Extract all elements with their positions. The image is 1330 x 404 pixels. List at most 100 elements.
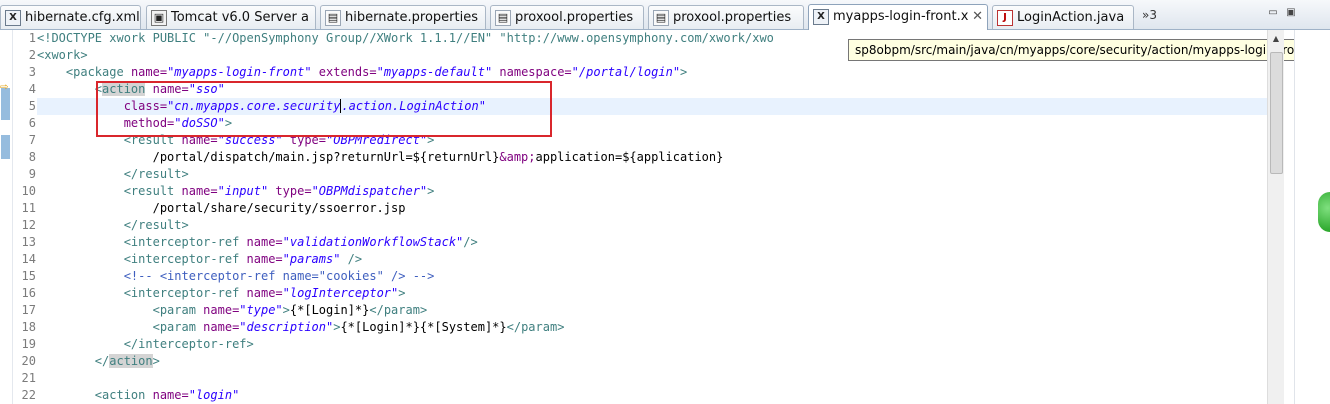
- line-number: 5: [28, 99, 36, 113]
- code-token: "/portal/login": [571, 65, 681, 79]
- line-number: 15: [21, 269, 36, 283]
- code-line-14: <interceptor-ref name="params" />: [37, 251, 1267, 268]
- code-token: name=: [203, 320, 240, 334]
- code-token: >: [398, 286, 406, 300]
- code-token: application=${application}: [535, 150, 724, 164]
- line-number: 18: [21, 320, 36, 334]
- code-token: </interceptor-ref>: [123, 337, 254, 351]
- code-token: <xwork>: [37, 48, 88, 62]
- line-number: 12: [21, 218, 36, 232]
- line-number: 21: [21, 371, 36, 385]
- code-token: "OBPMdispatcher": [311, 184, 428, 198]
- status-indicator-icon[interactable]: [1318, 192, 1330, 232]
- java-file-icon: J: [997, 10, 1013, 26]
- code-token: type=: [268, 184, 312, 198]
- code-token: /portal/share/security/ssoerror.jsp: [152, 201, 406, 215]
- code-token: <interceptor-ref: [123, 252, 247, 266]
- line-number: 20: [21, 354, 36, 368]
- code-token: {*[Login]*}{*[System]*}: [340, 320, 507, 334]
- code-line-3: <package name="myapps-login-front" exten…: [37, 64, 1267, 81]
- tab-tomcat-server[interactable]: ▣ Tomcat v6.0 Server a: [146, 5, 316, 29]
- code-line-8: /portal/dispatch/main.jsp?returnUrl=${re…: [37, 149, 1267, 166]
- scroll-up-icon[interactable]: ▲: [1271, 34, 1281, 44]
- code-line-15: <!-- <interceptor-ref name="cookies" /> …: [37, 268, 1267, 285]
- line-number: 7: [28, 133, 36, 147]
- code-token: <result: [123, 184, 182, 198]
- code-token: name=: [130, 65, 168, 79]
- tab-myapps-login-front-xml[interactable]: X myapps-login-front.x ✕: [808, 4, 988, 30]
- code-token: extends=: [311, 65, 377, 79]
- code-token: </result>: [123, 167, 189, 181]
- tab-overflow-button[interactable]: »3: [1142, 8, 1157, 22]
- code-token: <package: [65, 65, 131, 79]
- code-token: </result>: [123, 218, 189, 232]
- tab-proxool-properties-1[interactable]: ▤ proxool.properties: [490, 5, 644, 29]
- code-token: />: [340, 252, 363, 266]
- code-token: >: [427, 184, 435, 198]
- code-token: <param: [152, 303, 204, 317]
- code-line-12: </result>: [37, 217, 1267, 234]
- line-number: 1: [28, 31, 36, 45]
- code-line-22: <action name="login": [37, 387, 1267, 404]
- close-icon[interactable]: ✕: [972, 6, 983, 28]
- code-token: "logInterceptor": [282, 286, 399, 300]
- highlight-annotation-box: [96, 81, 552, 137]
- tab-label: hibernate.properties: [345, 10, 478, 25]
- tab-proxool-properties-2[interactable]: ▤ proxool.properties: [648, 5, 804, 29]
- code-token: />: [463, 235, 478, 249]
- tab-label: LoginAction.java: [1017, 10, 1125, 25]
- file-path-tooltip: sp8obpm/src/main/java/cn/myapps/core/sec…: [848, 39, 1330, 61]
- scrollbar-thumb[interactable]: [1270, 52, 1283, 174]
- code-token: >: [282, 303, 290, 317]
- code-token: "validationWorkflowStack": [282, 235, 464, 249]
- maximize-icon[interactable]: ▣: [1284, 7, 1298, 19]
- current-line-arrow-icon: ⇨: [0, 82, 9, 93]
- code-token: "description": [239, 320, 334, 334]
- code-token: namespace=: [492, 65, 572, 79]
- tab-hibernate-properties[interactable]: ▤ hibernate.properties: [320, 5, 486, 29]
- vertical-scrollbar[interactable]: ▲: [1267, 30, 1284, 404]
- code-token: >: [152, 354, 160, 368]
- code-token: <param: [152, 320, 204, 334]
- tab-loginaction-java[interactable]: J LoginAction.java: [992, 5, 1134, 29]
- code-line-18: <param name="description">{*[Login]*}{*[…: [37, 319, 1267, 336]
- minimize-icon[interactable]: ▭: [1266, 7, 1280, 19]
- code-comment: <!-- <interceptor-ref name="cookies" /> …: [123, 269, 435, 283]
- code-line-20: </action>: [37, 353, 1267, 370]
- tab-label: Tomcat v6.0 Server a: [171, 10, 309, 25]
- code-token: <interceptor-ref: [123, 235, 247, 249]
- line-number: 22: [21, 388, 36, 402]
- code-token: action: [109, 354, 153, 368]
- xml-file-icon: X: [5, 10, 21, 26]
- code-token: name=: [246, 286, 283, 300]
- code-token: /portal/dispatch/main.jsp?returnUrl=${re…: [152, 150, 500, 164]
- code-line-16: <interceptor-ref name="logInterceptor">: [37, 285, 1267, 302]
- code-token: "type": [239, 303, 283, 317]
- line-number: 9: [28, 167, 36, 181]
- line-number: 13: [21, 235, 36, 249]
- code-line-9: </result>: [37, 166, 1267, 183]
- code-token: "login": [188, 388, 240, 402]
- properties-file-icon: ▤: [653, 10, 669, 26]
- code-token: >: [680, 65, 688, 79]
- code-line-10: <result name="input" type="OBPMdispatche…: [37, 183, 1267, 200]
- line-number: 2: [28, 48, 36, 62]
- line-number: 3: [28, 65, 36, 79]
- xml-file-icon: X: [813, 9, 829, 25]
- code-token: <interceptor-ref: [123, 286, 247, 300]
- line-number: 10: [21, 184, 36, 198]
- line-number-gutter: 1 2 3 4 5 6 7 8 9 10 11 12 13 14 15 16 1…: [12, 30, 36, 404]
- line-number: 14: [21, 252, 36, 266]
- code-token: name=: [181, 184, 218, 198]
- tab-hibernate-cfg-xml[interactable]: X hibernate.cfg.xml: [0, 5, 141, 29]
- line-number: 17: [21, 303, 36, 317]
- editor-tab-bar: X hibernate.cfg.xml ▣ Tomcat v6.0 Server…: [0, 0, 1330, 30]
- code-token: name=: [246, 235, 283, 249]
- code-token: name=: [152, 388, 189, 402]
- tab-label: myapps-login-front.x: [833, 9, 969, 24]
- properties-file-icon: ▤: [325, 10, 341, 26]
- code-line-13: <interceptor-ref name="validationWorkflo…: [37, 234, 1267, 251]
- code-token: </: [94, 354, 110, 368]
- code-line-11: /portal/share/security/ssoerror.jsp: [37, 200, 1267, 217]
- line-number: 16: [21, 286, 36, 300]
